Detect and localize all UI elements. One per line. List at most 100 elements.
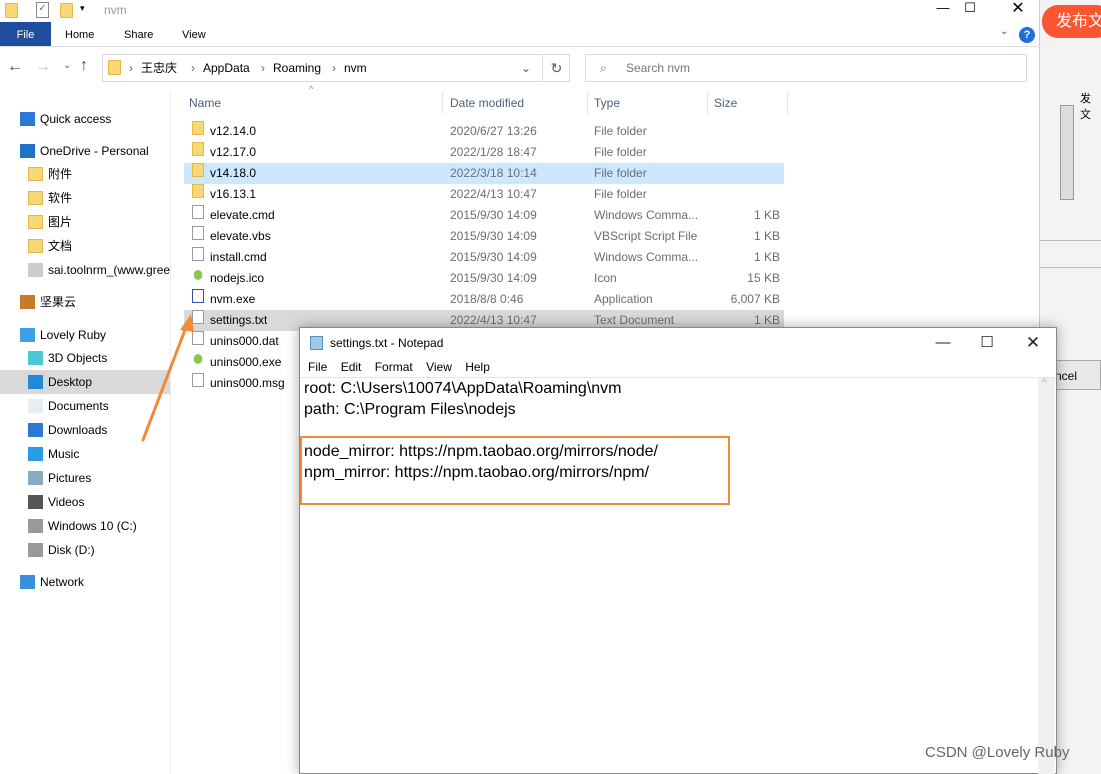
file-name: elevate.vbs <box>210 229 271 243</box>
file-name: unins000.exe <box>210 355 282 369</box>
maximize-button[interactable]: ☐ <box>964 328 1010 358</box>
file-row[interactable]: nodejs.ico 2015/9/30 14:09 Icon 15 KB <box>184 268 784 289</box>
sidebar-item-label: Network <box>40 575 85 589</box>
nodejs-icon <box>193 270 203 280</box>
scroll-up-icon[interactable]: ^ <box>1042 378 1047 389</box>
back-button[interactable]: ← <box>7 58 23 76</box>
sidebar-item-label: Music <box>48 447 80 461</box>
file-row[interactable]: elevate.vbs 2015/9/30 14:09 VBScript Scrip… <box>184 226 784 247</box>
vertical-scrollbar[interactable]: ^ <box>1038 378 1055 774</box>
sidebar-item-label: 图片 <box>48 215 73 229</box>
file-row[interactable]: v12.14.0 2020/6/27 13:26 File folder <box>184 121 784 142</box>
customize-toolbar-icon[interactable]: ▾ <box>80 3 85 14</box>
recent-locations-icon[interactable]: ⌄ <box>63 60 71 71</box>
sidebar-item-label: OneDrive - Personal <box>40 144 149 158</box>
breadcrumb-item[interactable]: 王忠庆 <box>141 55 177 81</box>
folder-icon <box>192 163 204 177</box>
sidebar-item[interactable]: Quick access <box>0 107 170 131</box>
file-row[interactable]: v14.18.0 2022/3/18 10:14 File folder <box>184 163 784 184</box>
file-size: 1 KB <box>753 229 780 243</box>
file-icon <box>28 263 43 277</box>
chevron-right-icon: › <box>191 61 195 75</box>
forward-button[interactable]: → <box>35 58 51 76</box>
file-type: File folder <box>594 166 647 180</box>
notepad-title: settings.txt - Notepad <box>330 336 444 350</box>
menu-edit[interactable]: Edit <box>341 360 362 374</box>
file-date: 2018/8/8 0:46 <box>450 292 524 306</box>
file-row[interactable]: v12.17.0 2022/1/28 18:47 File folder <box>184 142 784 163</box>
nut-icon <box>20 295 35 309</box>
column-header-size[interactable]: Size <box>708 92 788 114</box>
sidebar-item[interactable]: 附件 <box>0 162 170 186</box>
tab-view[interactable]: View <box>170 22 218 46</box>
sidebar-item-label: 软件 <box>48 191 73 205</box>
sidebar-item[interactable]: OneDrive - Personal <box>0 139 170 163</box>
file-row[interactable]: nvm.exe 2018/8/8 0:46 Application 6,007 KB <box>184 289 784 310</box>
tab-share[interactable]: Share <box>112 22 165 46</box>
file-date: 2015/9/30 14:09 <box>450 250 537 264</box>
column-header-date[interactable]: Date modified <box>444 92 588 114</box>
breadcrumb-item[interactable]: nvm <box>344 55 367 81</box>
search-input[interactable]: ⌕ Search nvm <box>585 54 1027 82</box>
maximize-button[interactable]: ☐ <box>960 0 980 16</box>
file-type: Icon <box>594 271 617 285</box>
annotation-arrow <box>141 314 194 442</box>
sidebar-item[interactable]: Videos <box>0 490 170 514</box>
tab-home[interactable]: Home <box>53 22 106 46</box>
window-title: nvm <box>104 3 127 17</box>
menu-format[interactable]: Format <box>375 360 413 374</box>
drive-icon <box>28 519 43 533</box>
background-panel <box>1040 240 1101 268</box>
publish-button: 发布文 <box>1042 5 1101 38</box>
menu-bar: File Edit Format View Help <box>308 360 490 374</box>
file-date: 2022/1/28 18:47 <box>450 145 537 159</box>
up-button[interactable]: ↑ <box>80 57 88 75</box>
file-row[interactable]: install.cmd 2015/9/30 14:09 Windows Comma.… <box>184 247 784 268</box>
script-icon <box>192 226 204 240</box>
file-name: v14.18.0 <box>210 166 257 180</box>
sidebar-item-label: 3D Objects <box>48 351 108 365</box>
music-icon <box>28 447 43 461</box>
menu-view[interactable]: View <box>426 360 452 374</box>
sidebar-item[interactable]: Network <box>0 570 170 594</box>
help-icon[interactable]: ? <box>1019 27 1035 43</box>
star-icon <box>20 112 35 126</box>
close-button[interactable]: ✕ <box>1010 328 1056 358</box>
sidebar-item[interactable]: Disk (D:) <box>0 538 170 562</box>
menu-file[interactable]: File <box>308 360 327 374</box>
sidebar-item[interactable]: sai.toolnrm_(www.gree <box>0 258 170 282</box>
menu-help[interactable]: Help <box>465 360 490 374</box>
file-type: Windows Comma... <box>594 250 699 264</box>
close-button[interactable]: ✕ <box>1008 0 1028 18</box>
file-type: Windows Comma... <box>594 208 699 222</box>
sidebar-item[interactable]: 文档 <box>0 234 170 258</box>
refresh-button[interactable]: ↻ <box>542 55 570 81</box>
file-name: unins000.msg <box>210 376 285 390</box>
sidebar-item[interactable]: Pictures <box>0 466 170 490</box>
file-size: 15 KB <box>747 271 780 285</box>
address-dropdown-icon[interactable]: ⌄ <box>521 55 531 81</box>
minimize-button[interactable]: — <box>920 328 966 358</box>
tab-file[interactable]: File <box>0 22 51 46</box>
file-row[interactable]: elevate.cmd 2015/9/30 14:09 Windows Comma.… <box>184 205 784 226</box>
watermark: CSDN @Lovely Ruby <box>925 744 1070 761</box>
file-name: unins000.dat <box>210 334 279 348</box>
breadcrumb-item[interactable]: Roaming <box>273 55 321 81</box>
sidebar-item[interactable]: 软件 <box>0 186 170 210</box>
breadcrumb-item[interactable]: AppData <box>203 55 250 81</box>
column-header-type[interactable]: Type <box>588 92 708 114</box>
properties-icon[interactable]: ✓ <box>36 2 49 18</box>
expand-ribbon-icon[interactable]: ⌄ <box>1000 26 1008 37</box>
new-folder-icon[interactable] <box>60 3 73 18</box>
sidebar-item-label: Disk (D:) <box>48 543 95 557</box>
drive-icon <box>28 543 43 557</box>
address-bar[interactable]: › 王忠庆 › AppData › Roaming › nvm ⌄ ↻ <box>102 54 570 82</box>
folder-icon <box>192 121 204 135</box>
file-row[interactable]: v16.13.1 2022/4/13 10:47 File folder <box>184 184 784 205</box>
sidebar-item[interactable]: Windows 10 (C:) <box>0 514 170 538</box>
folder-icon <box>192 184 204 198</box>
column-header-name[interactable]: Name <box>183 92 443 114</box>
sidebar-item[interactable]: 图片 <box>0 210 170 234</box>
sidebar-item-label: Desktop <box>48 375 93 389</box>
sidebar-item-label: Downloads <box>48 423 108 437</box>
